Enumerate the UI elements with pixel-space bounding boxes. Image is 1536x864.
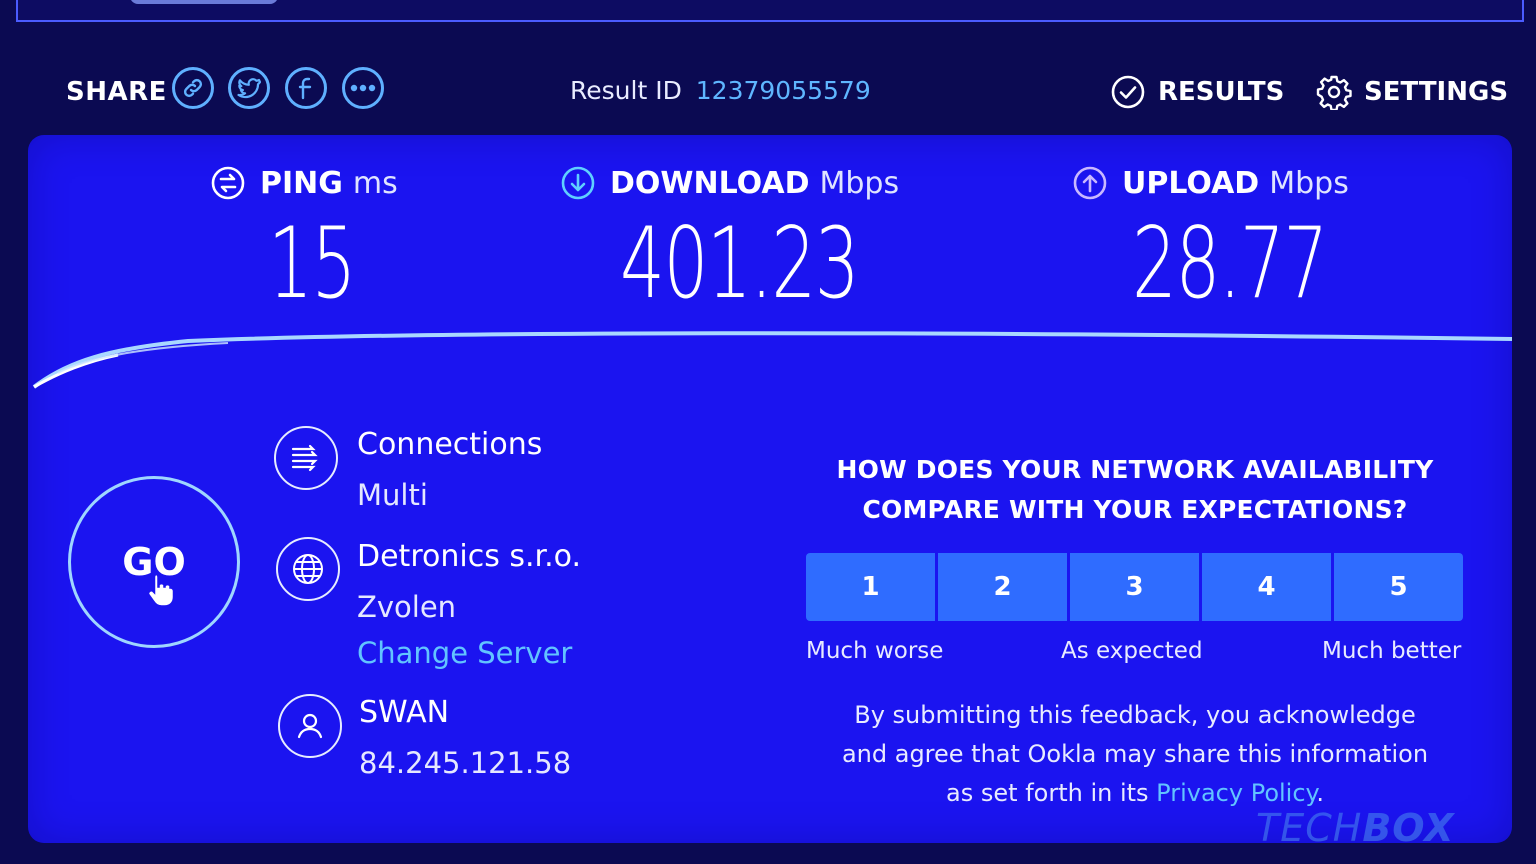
connections-title: Connections (357, 427, 543, 462)
techbox-watermark: TECHBOX (1256, 806, 1455, 850)
connections-value: Multi (357, 478, 428, 512)
provider-city: Zvolen (357, 590, 457, 624)
link-icon[interactable] (172, 67, 214, 109)
watermark-part-2: BOX (1362, 806, 1455, 850)
ping-label: PING (260, 165, 343, 201)
privacy-policy-link[interactable]: Privacy Policy (1156, 779, 1316, 807)
user-icon (278, 694, 342, 758)
watermark-part-1: TECH (1256, 806, 1363, 850)
question-line-1: HOW DOES YOUR NETWORK AVAILABILITY (836, 455, 1434, 484)
gear-icon (1316, 74, 1352, 110)
disclaimer-line-2: and agree that Ookla may share this info… (841, 740, 1429, 768)
upload-unit: Mbps (1269, 165, 1349, 201)
upload-metric: UPLOAD Mbps 28.77 (1072, 165, 1403, 313)
scale-label-mid: As expected (1061, 638, 1203, 664)
rating-button-3[interactable]: 3 (1070, 553, 1199, 621)
ping-icon (210, 165, 246, 201)
check-circle-icon (1110, 74, 1146, 110)
scale-label-low: Much worse (806, 638, 944, 664)
upload-label: UPLOAD (1122, 165, 1260, 201)
upload-value: 28.77 (1132, 207, 1328, 321)
speed-graph (32, 331, 1512, 389)
globe-icon (276, 537, 340, 601)
disclaimer-line-3-prefix: as set forth in its (946, 779, 1157, 807)
results-button[interactable]: RESULTS (1110, 74, 1284, 110)
ping-value: 15 (268, 207, 356, 321)
rating-buttons: 1 2 3 4 5 (806, 553, 1463, 621)
more-icon[interactable] (342, 67, 384, 109)
top-tab[interactable] (130, 0, 278, 4)
disclaimer-line-1: By submitting this feedback, you acknowl… (854, 701, 1416, 729)
ping-unit: ms (352, 165, 398, 201)
download-value: 401.23 (620, 207, 860, 321)
share-label: SHARE (66, 77, 167, 107)
results-label: RESULTS (1158, 77, 1285, 107)
top-frame (16, 0, 1524, 22)
feedback-disclaimer: By submitting this feedback, you acknowl… (805, 696, 1465, 813)
scale-label-high: Much better (1322, 638, 1462, 664)
download-metric: DOWNLOAD Mbps 401.23 (560, 165, 951, 313)
ping-metric: PING ms 15 (210, 165, 398, 313)
feedback-question: HOW DOES YOUR NETWORK AVAILABILITY COMPA… (800, 450, 1470, 530)
rating-button-5[interactable]: 5 (1334, 553, 1463, 621)
download-label: DOWNLOAD (610, 165, 810, 201)
provider-name: Detronics s.r.o. (357, 539, 582, 574)
go-button[interactable]: GO (68, 476, 240, 648)
download-arrow-icon (560, 165, 596, 201)
result-id-value[interactable]: 12379055579 (696, 76, 871, 105)
facebook-icon[interactable] (285, 67, 327, 109)
isp-name: SWAN (359, 695, 450, 730)
rating-button-1[interactable]: 1 (806, 553, 935, 621)
ip-address: 84.245.121.58 (359, 746, 572, 780)
change-server-link[interactable]: Change Server (357, 636, 572, 670)
result-id: Result ID 12379055579 (570, 76, 871, 105)
hand-cursor-icon (147, 571, 175, 615)
download-unit: Mbps (819, 165, 900, 201)
question-line-2: COMPARE WITH YOUR EXPECTATIONS? (862, 495, 1408, 524)
disclaimer-line-3-suffix: . (1316, 779, 1324, 807)
twitter-icon[interactable] (228, 67, 270, 109)
connections-icon (274, 426, 338, 490)
settings-label: SETTINGS (1364, 77, 1509, 107)
rating-button-2[interactable]: 2 (938, 553, 1067, 621)
upload-arrow-icon (1072, 165, 1108, 201)
rating-button-4[interactable]: 4 (1202, 553, 1331, 621)
result-id-label: Result ID (570, 76, 682, 105)
settings-button[interactable]: SETTINGS (1316, 74, 1508, 110)
